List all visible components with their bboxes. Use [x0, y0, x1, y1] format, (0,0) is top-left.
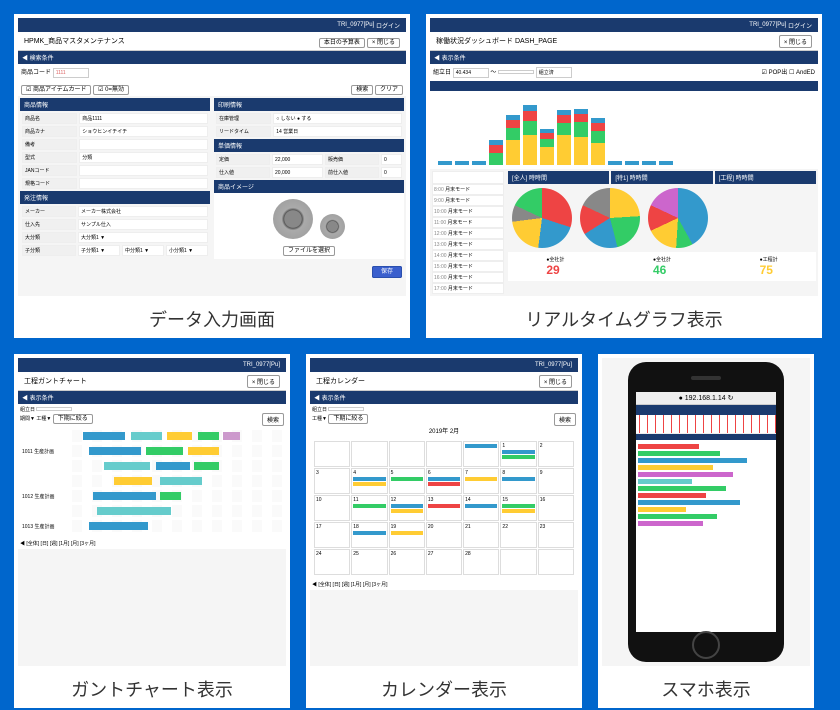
stacked-bar-chart — [430, 91, 818, 169]
section-image: 商品イメージ — [214, 180, 404, 193]
phone-bar-chart — [636, 440, 776, 530]
caption-1: データ入力画面 — [14, 300, 410, 338]
pie-1 — [512, 188, 572, 248]
print-info-table: 在庫管理○ しない ● する リードタイム14 営業日 — [214, 111, 404, 139]
caption-4: カレンダー表示 — [306, 670, 582, 708]
time-list: 作業時間8:00 月末モード9:00 月末モード10:00 月末モード11:00… — [432, 171, 504, 294]
product-info-table: 商品名商品1111 商品カナショウヒンイチイチ 備考 型式 分類 JANコード … — [20, 111, 210, 191]
price-info-table: 定価22,000販売価0 仕入値20,000前仕入値0 — [214, 152, 404, 180]
section-print-info: 印刷情報 — [214, 98, 404, 111]
clear-button[interactable]: クリア — [375, 85, 403, 95]
section-price-info: 単価情報 — [214, 139, 404, 152]
save-button[interactable]: 保存 — [372, 266, 402, 278]
search-button[interactable]: 検索 — [351, 85, 373, 95]
caption-2: リアルタイムグラフ表示 — [426, 300, 822, 338]
phone-frame: ● 192.168.1.14 ↻ — [628, 362, 784, 662]
section-product-info: 商品情報 — [20, 98, 210, 111]
section-ship-info: 発注情報 — [20, 191, 210, 204]
search-section[interactable]: ◀ 検索条件 — [18, 51, 406, 64]
caption-5: スマホ表示 — [598, 670, 814, 708]
budget-button[interactable]: 本日の予算表 — [319, 38, 365, 48]
page-title: 工程カレンダー — [316, 376, 365, 386]
phone-url[interactable]: ● 192.168.1.14 ↻ — [636, 392, 776, 405]
panel-smartphone: ● 192.168.1.14 ↻ スマホ表示 — [596, 352, 816, 710]
page-title: 稼働状況ダッシュボード DASH_PAGE — [436, 36, 557, 46]
kpi-row: ●全社計29 ●全社計46 ●工程計75 — [508, 252, 816, 281]
file-select-button[interactable]: ファイルを選択 — [283, 246, 335, 256]
chip-invalid[interactable]: ☑ 0=無効 — [93, 85, 129, 95]
pie-3 — [648, 188, 708, 248]
ship-info-table: メーカーメーカー株式会社 仕入先サンプル仕入 大分類大分類1 ▼ 子分類子分類1… — [20, 204, 210, 258]
calendar-month: 2019年 2月 — [310, 424, 578, 437]
product-image-1 — [273, 199, 313, 239]
product-image-2 — [320, 214, 345, 239]
app-topbar: TRI_0977[Pu] ログイン — [18, 18, 406, 32]
pie-row — [508, 184, 816, 252]
panel-calendar: TRI_0977[Pu] 工程カレンダー× 閉じる ◀ 表示条件 組立日 工種▼… — [304, 352, 584, 710]
code-label: 商品コード — [21, 70, 51, 76]
close-button[interactable]: × 閉じる — [779, 35, 812, 48]
pie-2 — [580, 188, 640, 248]
login-label[interactable]: ログイン — [376, 21, 400, 30]
home-button-icon[interactable] — [692, 631, 720, 659]
calendar-footer[interactable]: ◀ [全体] [日] [週] [1月] [月] [3ヶ月] — [310, 579, 578, 590]
panel-data-entry: TRI_0977[Pu] ログイン HPMK_商品マスタメンテナンス 本日の予算… — [12, 12, 412, 340]
page-title: 工程ガントチャート — [24, 376, 87, 386]
panel-gantt: TRI_0977[Pu] 工程ガントチャート× 閉じる ◀ 表示条件 組立日 期… — [12, 352, 292, 710]
chip-itemcard[interactable]: ☑ 商品アイテムカード — [21, 85, 91, 95]
caption-3: ガントチャート表示 — [14, 670, 290, 708]
close-button[interactable]: × 閉じる — [367, 38, 400, 48]
page-title: HPMK_商品マスタメンテナンス — [24, 36, 125, 46]
user-label: TRI_0977[Pu] — [337, 22, 374, 28]
gantt-footer[interactable]: ◀ [全体] [日] [週] [1月] [月] [3ヶ月] — [18, 538, 286, 549]
filter-section[interactable]: ◀ 表示条件 — [430, 51, 818, 64]
code-input[interactable]: 1111 — [53, 68, 89, 78]
calendar-grid[interactable]: 1234567891011121314151617181920212223242… — [314, 441, 574, 575]
panel-realtime-graph: TRI_0977[Pu] ログイン 稼働状況ダッシュボード DASH_PAGE×… — [424, 12, 824, 340]
gantt-chart: 1011 生産計画1012 生産計画1013 生産計画 — [18, 424, 286, 538]
